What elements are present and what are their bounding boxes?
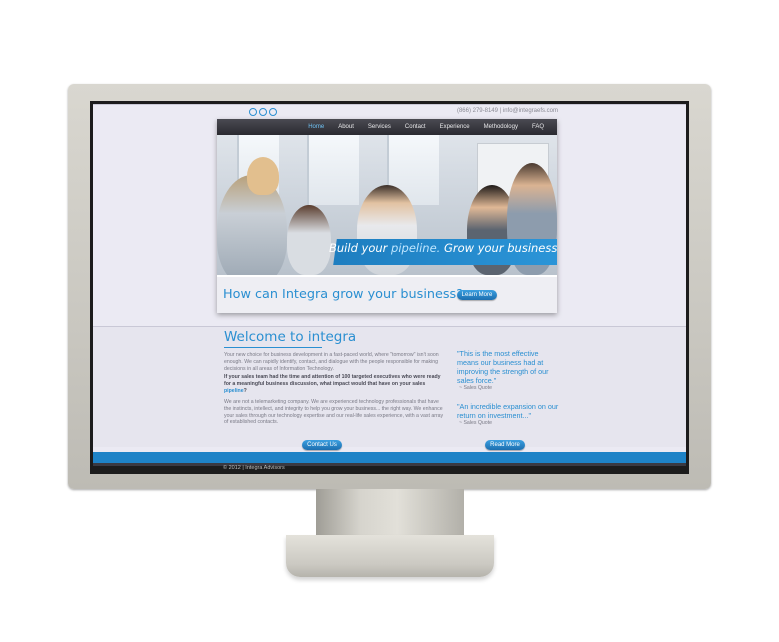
site-logo[interactable]: integra	[233, 108, 286, 134]
learn-more-button[interactable]: Learn More	[457, 290, 497, 300]
screen: integra (866) 279-8149 | info@integraefs…	[93, 104, 686, 466]
nav-about[interactable]: About	[331, 124, 361, 130]
hero-card: Home About Services Contact Experience M…	[217, 119, 557, 313]
nav-services[interactable]: Services	[361, 124, 398, 130]
welcome-heading: Welcome to integra	[224, 329, 357, 345]
header-contact-info: (866) 279-8149 | info@integraefs.com	[456, 108, 558, 114]
intro-paragraph: Your new choice for business development…	[224, 352, 439, 372]
pipeline-link[interactable]: pipeline	[224, 388, 244, 394]
footer-divider	[93, 463, 686, 466]
hero-slogan: Build your pipeline. Grow your business.	[329, 241, 557, 255]
person-head	[247, 157, 279, 195]
nav-home[interactable]: Home	[301, 124, 331, 130]
contact-us-button[interactable]: Contact Us	[302, 440, 342, 450]
hero-photo: Build your pipeline. Grow your business.	[217, 135, 557, 275]
person-figure	[287, 205, 331, 275]
logo-circles-icon	[249, 108, 277, 116]
pipeline-question: If your sales team had the time and atte…	[224, 374, 441, 394]
testimonial-quote: "This is the most effective means our bu…	[457, 349, 549, 385]
nav-experience[interactable]: Experience	[433, 124, 477, 130]
monitor-bezel: integra (866) 279-8149 | info@integraefs…	[90, 101, 689, 474]
monitor-frame: integra (866) 279-8149 | info@integraefs…	[68, 84, 711, 489]
nav-faq[interactable]: FAQ	[525, 124, 551, 130]
testimonial-quote: "An incredible expansion on our return o…	[457, 402, 559, 420]
nav-methodology[interactable]: Methodology	[477, 124, 525, 130]
testimonial-attribution: ~ Sales Quote	[459, 385, 493, 391]
about-paragraph: We are not a telemarketing company. We a…	[224, 399, 444, 426]
monitor-stand-base	[286, 535, 494, 577]
welcome-underline	[224, 347, 322, 348]
copyright-text: © 2012 | Integra Advisors	[223, 465, 285, 471]
top-divider	[93, 104, 686, 105]
testimonial-attribution: ~ Sales Quote	[459, 420, 493, 426]
monitor-stand-neck	[316, 489, 464, 537]
read-more-button[interactable]: Read More	[485, 440, 525, 450]
main-nav: Home About Services Contact Experience M…	[217, 119, 557, 135]
cta-question: How can Integra grow your business?	[223, 287, 463, 302]
cta-row: How can Integra grow your business? Lear…	[217, 277, 557, 313]
nav-contact[interactable]: Contact	[398, 124, 433, 130]
footer-bar	[93, 452, 686, 463]
